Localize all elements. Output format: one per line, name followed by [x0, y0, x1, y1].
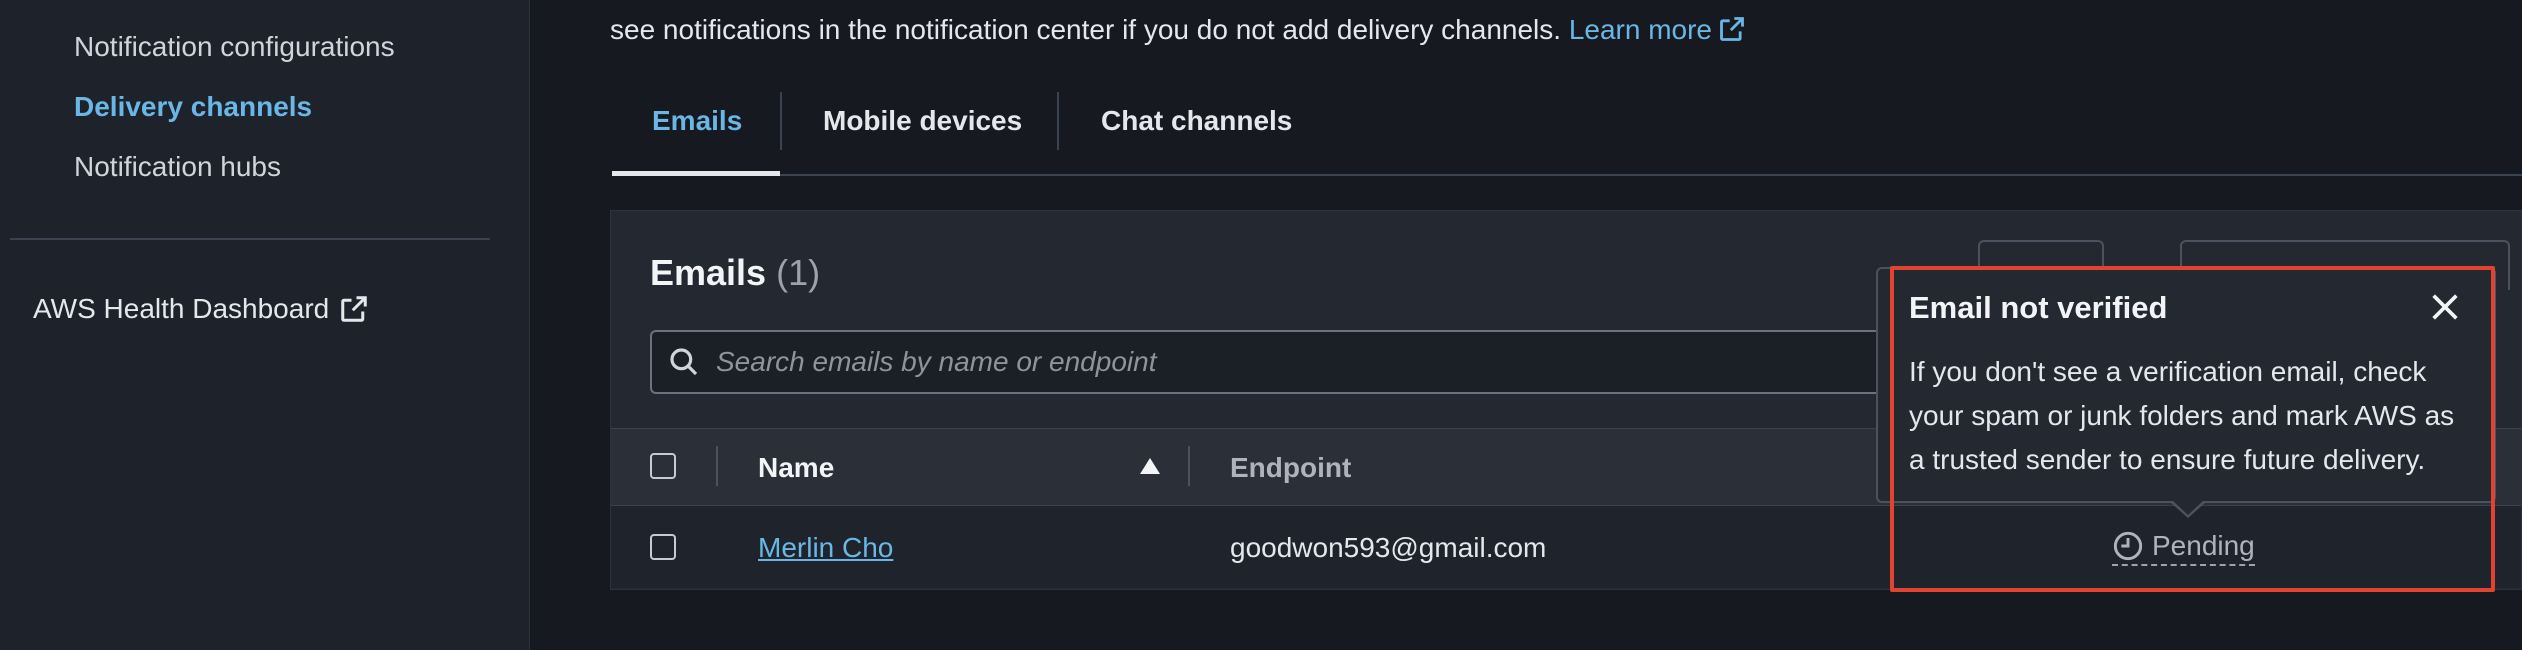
intro-text: see notifications in the notification ce… — [610, 14, 1746, 46]
sidebar-item-delivery-channels[interactable]: Delivery channels — [74, 91, 312, 123]
popover-title: Email not verified — [1909, 290, 2168, 325]
column-separator — [716, 446, 718, 486]
sidebar: Notification configurations Delivery cha… — [0, 0, 530, 650]
tab-emails[interactable]: Emails — [652, 105, 742, 137]
external-link-icon — [1720, 17, 1744, 41]
panel-title: Emails (1) — [650, 252, 820, 294]
learn-more-link[interactable]: Learn more — [1569, 14, 1746, 45]
sidebar-item-notification-configurations[interactable]: Notification configurations — [74, 31, 395, 63]
tab-mobile-devices[interactable]: Mobile devices — [823, 105, 1022, 137]
clock-icon — [2113, 531, 2143, 561]
row-name-link[interactable]: Merlin Cho — [758, 532, 893, 564]
sidebar-item-notification-hubs[interactable]: Notification hubs — [74, 151, 281, 183]
tab-chat-channels[interactable]: Chat channels — [1101, 105, 1292, 137]
intro-description: see notifications in the notification ce… — [610, 14, 1562, 45]
external-link-icon — [341, 296, 367, 322]
tab-separator — [1057, 92, 1059, 150]
status-label: Pending — [2152, 530, 2255, 561]
column-header-name[interactable]: Name — [758, 452, 834, 484]
learn-more-label: Learn more — [1568, 14, 1712, 45]
active-tab-indicator — [612, 171, 780, 176]
search-field[interactable] — [650, 330, 1950, 394]
column-header-endpoint[interactable]: Endpoint — [1230, 452, 1351, 484]
row-endpoint: goodwon593@gmail.com — [1230, 532, 1547, 563]
panel-title-text: Emails — [650, 252, 767, 293]
popover-body: If you don't see a verification email, c… — [1909, 356, 2455, 475]
tabs-baseline — [612, 174, 2522, 176]
sidebar-divider — [10, 238, 490, 240]
search-icon — [670, 348, 698, 376]
select-all-checkbox[interactable] — [650, 453, 676, 479]
row-checkbox[interactable] — [650, 534, 676, 560]
popover-arrow-inner — [2172, 500, 2204, 515]
status-pending[interactable]: Pending — [2112, 530, 2255, 566]
tab-separator — [780, 92, 782, 150]
search-input[interactable] — [716, 346, 1816, 378]
aws-health-dashboard-label: AWS Health Dashboard — [33, 293, 330, 324]
panel-title-count: (1) — [776, 252, 821, 293]
aws-health-dashboard-link[interactable]: AWS Health Dashboard — [33, 293, 369, 325]
column-separator — [1188, 446, 1190, 486]
sort-ascending-icon[interactable] — [1138, 456, 1162, 476]
close-icon[interactable] — [2428, 290, 2462, 324]
